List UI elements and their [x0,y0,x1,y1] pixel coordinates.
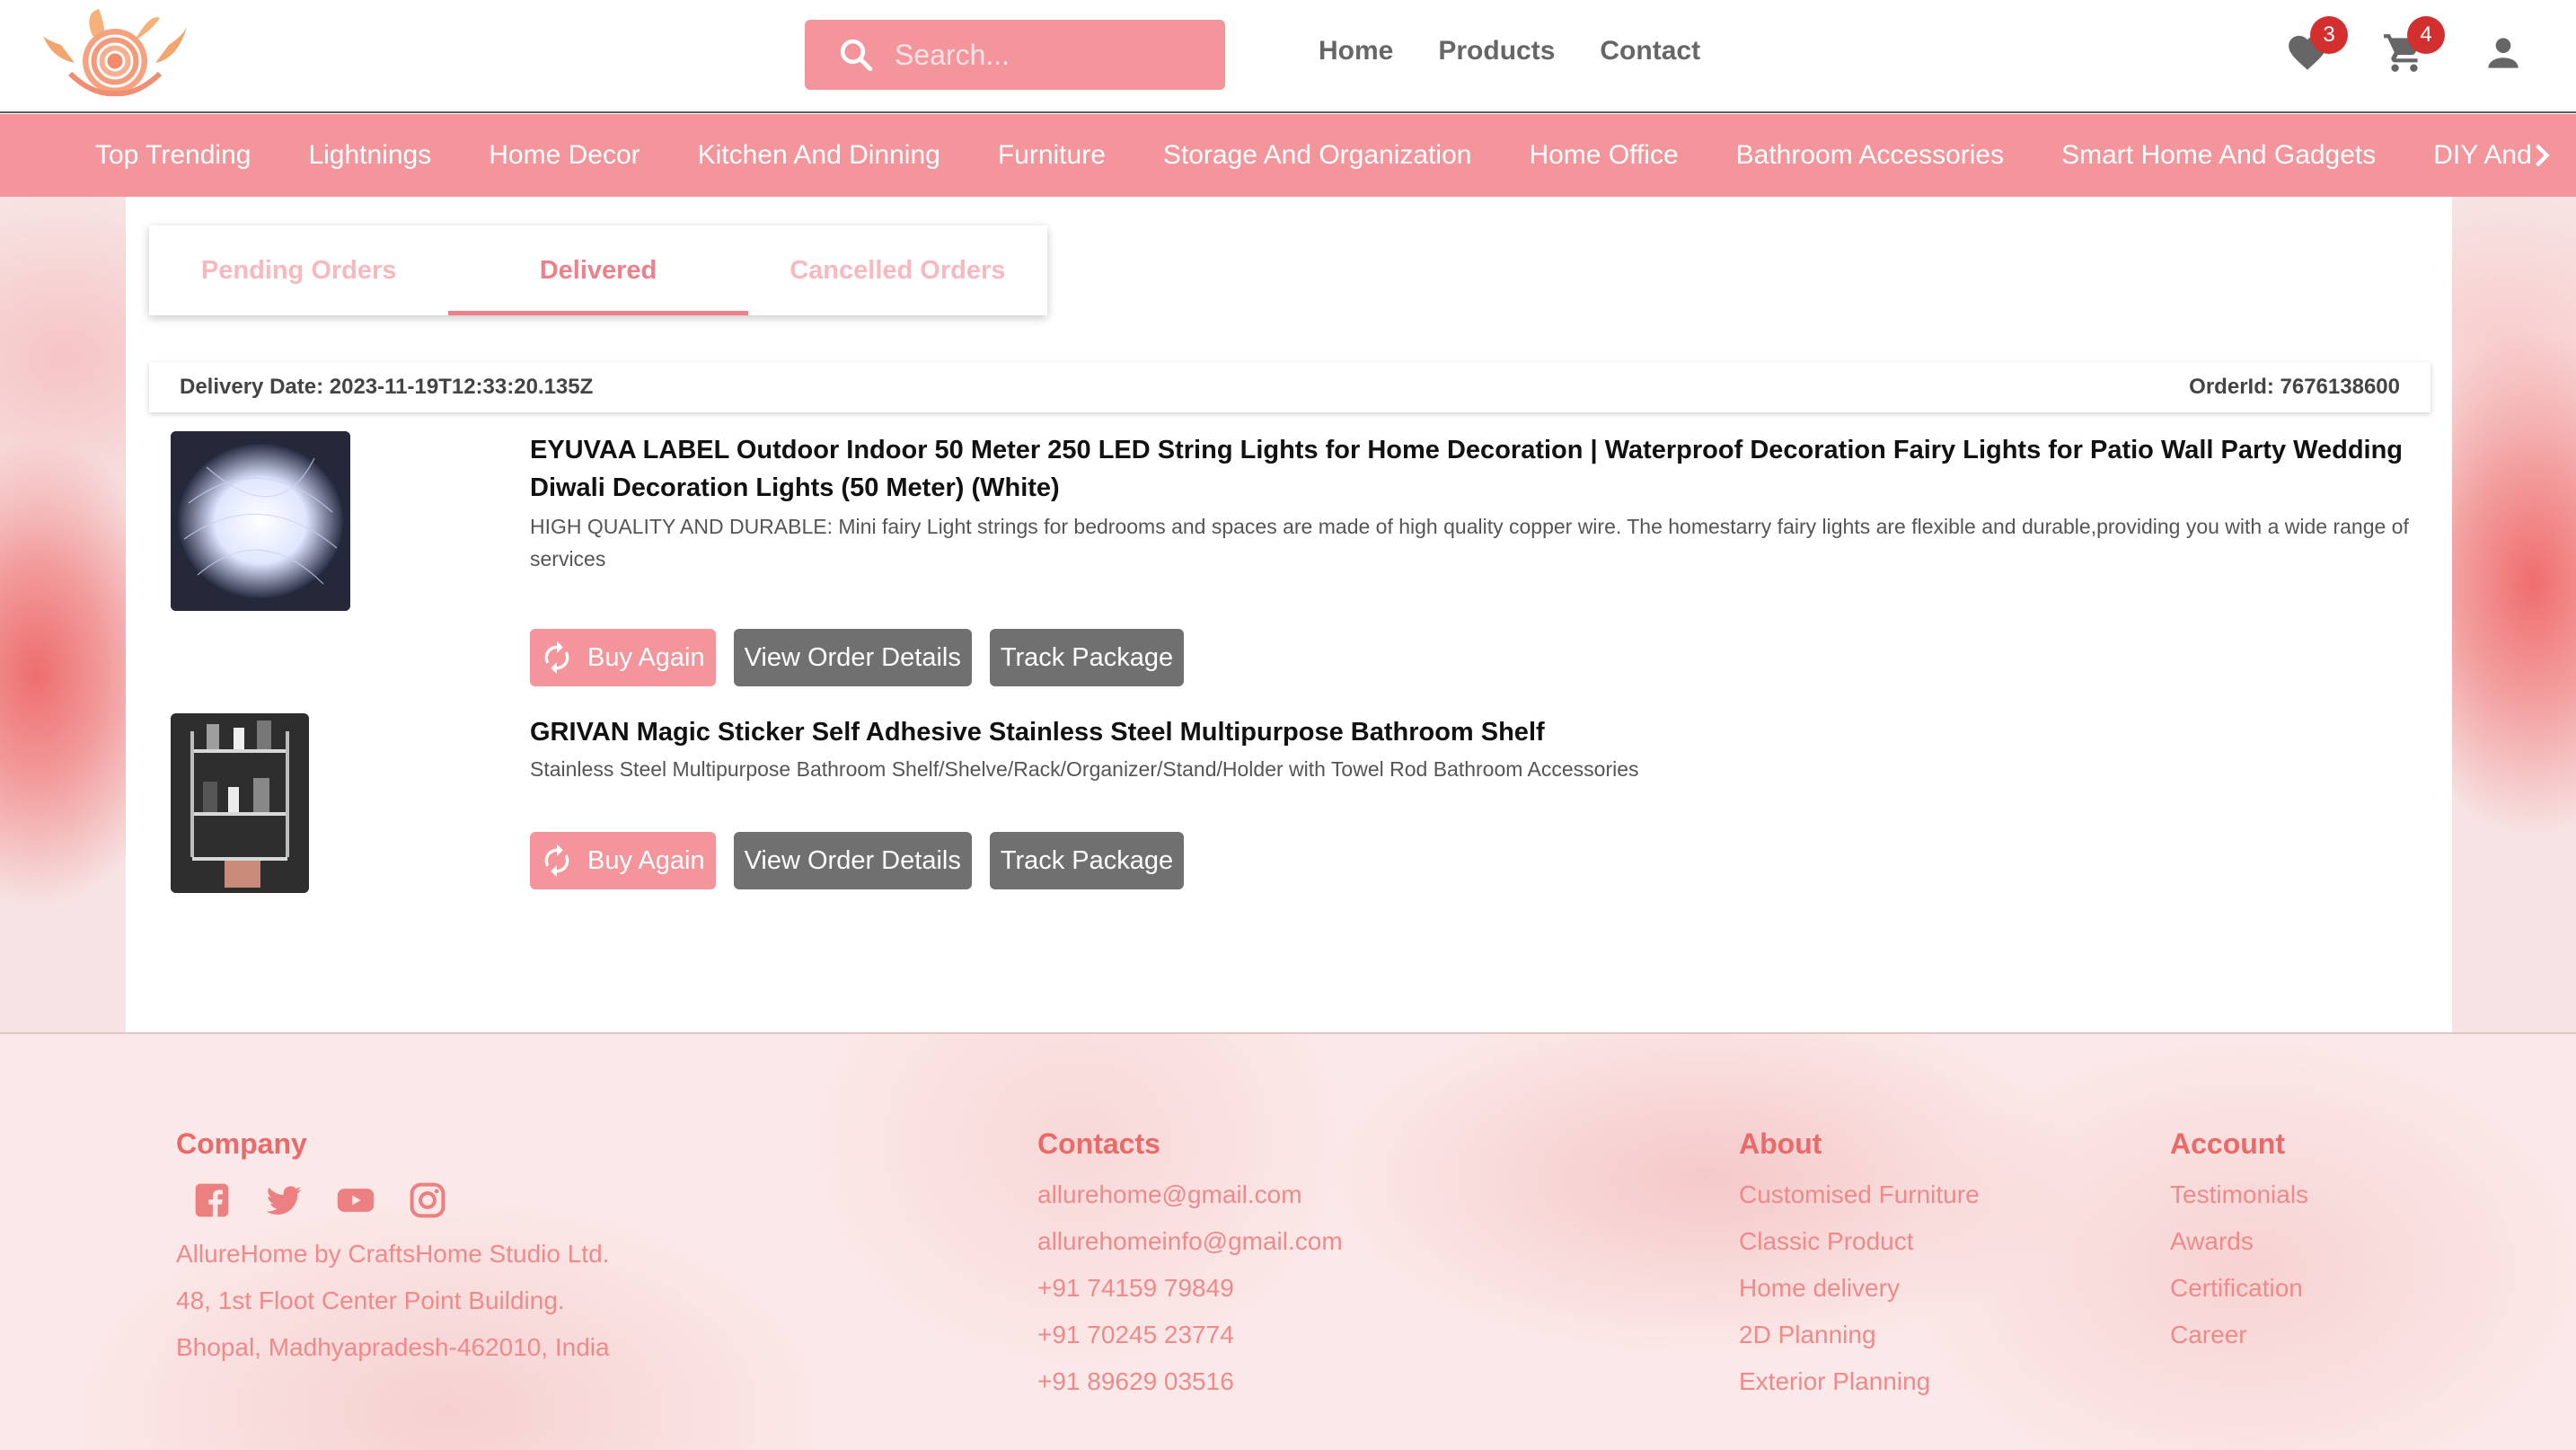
category-home-decor[interactable]: Home Decor [489,140,640,171]
account-link[interactable]: Testimonials [2170,1171,2308,1218]
nav-home[interactable]: Home [1319,36,1393,66]
user-icon [2488,38,2519,68]
footer-company: Company AllureHome by CraftsHome Studio … [176,1127,610,1371]
nav-products[interactable]: Products [1438,36,1555,66]
category-storage[interactable]: Storage And Organization [1163,140,1472,171]
tab-cancelled-orders[interactable]: Cancelled Orders [748,225,1047,315]
footer-contacts: Contacts allurehome@gmail.com allurehome… [1037,1127,1343,1405]
product-description: HIGH QUALITY AND DURABLE: Mini fairy Lig… [530,515,2409,570]
account-link[interactable]: Career [2170,1312,2308,1358]
account-button[interactable] [2481,31,2526,75]
track-package-button[interactable]: Track Package [989,629,1185,686]
order-item: GRIVAN Magic Sticker Self Adhesive Stain… [171,713,2416,911]
category-home-office[interactable]: Home Office [1529,140,1678,171]
footer-heading-contacts: Contacts [1037,1127,1160,1160]
footer-heading-account: Account [2170,1127,2285,1160]
delivery-date: Delivery Date: 2023-11-19T12:33:20.135Z [180,375,594,399]
order-id: OrderId: 7676138600 [2189,375,2400,399]
category-kitchen[interactable]: Kitchen And Dinning [698,140,940,171]
product-image-string-lights[interactable] [171,431,350,611]
site-footer: Company AllureHome by CraftsHome Studio … [0,1032,2576,1450]
about-link[interactable]: Exterior Planning [1739,1358,1980,1405]
buy-again-label: Buy Again [587,845,705,875]
order-tabs: Pending Orders Delivered Cancelled Order… [149,225,1047,315]
category-lightnings[interactable]: Lightnings [308,140,431,171]
social-links [192,1180,610,1220]
view-order-details-button[interactable]: View Order Details [733,832,972,889]
contact-phone[interactable]: +91 70245 23774 [1037,1312,1343,1358]
account-link[interactable]: Certification [2170,1265,2308,1312]
chevron-right-icon[interactable] [2522,136,2562,175]
category-furniture[interactable]: Furniture [998,140,1106,171]
category-diy[interactable]: DIY And [2433,140,2532,171]
product-image-bathroom-shelf[interactable] [171,713,309,893]
view-order-details-button[interactable]: View Order Details [733,629,972,686]
nav-contact[interactable]: Contact [1600,36,1700,66]
product-title[interactable]: GRIVAN Magic Sticker Self Adhesive Stain… [530,713,2416,751]
category-bathroom[interactable]: Bathroom Accessories [1736,140,2004,171]
contact-email[interactable]: allurehomeinfo@gmail.com [1037,1218,1343,1265]
footer-about: About Customised Furniture Classic Produ… [1739,1127,1980,1405]
track-package-button[interactable]: Track Package [989,832,1185,889]
company-address-line: 48, 1st Floot Center Point Building. [176,1286,565,1314]
tab-pending-orders[interactable]: Pending Orders [149,225,448,315]
order-header: Delivery Date: 2023-11-19T12:33:20.135Z … [149,362,2430,412]
footer-heading-company: Company [176,1127,307,1160]
wishlist-count-badge: 3 [2310,16,2348,54]
refresh-icon [544,641,569,675]
instagram-icon[interactable] [408,1180,447,1220]
buy-again-label: Buy Again [587,642,705,672]
search-input[interactable] [895,38,1218,72]
contact-phone[interactable]: +91 89629 03516 [1037,1358,1343,1405]
orders-panel: Pending Orders Delivered Cancelled Order… [126,197,2452,1032]
logo-flower-icon[interactable] [43,9,187,99]
account-link[interactable]: Awards [2170,1218,2308,1265]
category-top-trending[interactable]: Top Trending [95,140,251,171]
company-name: AllureHome by CraftsHome Studio Ltd. [176,1240,610,1268]
category-smart-home[interactable]: Smart Home And Gadgets [2061,140,2376,171]
tab-delivered[interactable]: Delivered [448,225,748,315]
wishlist-button[interactable]: 3 [2285,16,2348,75]
footer-heading-about: About [1739,1127,1822,1160]
about-link[interactable]: 2D Planning [1739,1312,1980,1358]
company-address-line: Bhopal, Madhyapradesh-462010, India [176,1333,610,1361]
about-link[interactable]: Classic Product [1739,1218,1980,1265]
buy-again-button[interactable]: Buy Again [530,832,716,889]
product-title[interactable]: EYUVAA LABEL Outdoor Indoor 50 Meter 250… [530,431,2416,507]
site-header: Home Products Contact 3 4 [0,0,2576,113]
twitter-icon[interactable] [264,1180,304,1220]
refresh-icon [544,844,569,878]
about-link[interactable]: Home delivery [1739,1265,1980,1312]
search-icon [840,39,873,72]
cart-count-badge: 4 [2407,16,2445,54]
search-bar[interactable] [805,20,1225,90]
contact-phone[interactable]: +91 74159 79849 [1037,1265,1343,1312]
category-bar: Top Trending Lightnings Home Decor Kitch… [0,114,2576,197]
top-nav: Home Products Contact [1319,36,1700,66]
footer-account: Account Testimonials Awards Certificatio… [2170,1127,2308,1358]
youtube-icon[interactable] [336,1180,375,1220]
facebook-icon[interactable] [192,1180,232,1220]
product-description: Stainless Steel Multipurpose Bathroom Sh… [530,757,1639,781]
contact-email[interactable]: allurehome@gmail.com [1037,1171,1343,1218]
cart-button[interactable]: 4 [2382,16,2445,75]
order-item: EYUVAA LABEL Outdoor Indoor 50 Meter 250… [171,431,2416,701]
about-link[interactable]: Customised Furniture [1739,1171,1980,1218]
buy-again-button[interactable]: Buy Again [530,629,716,686]
